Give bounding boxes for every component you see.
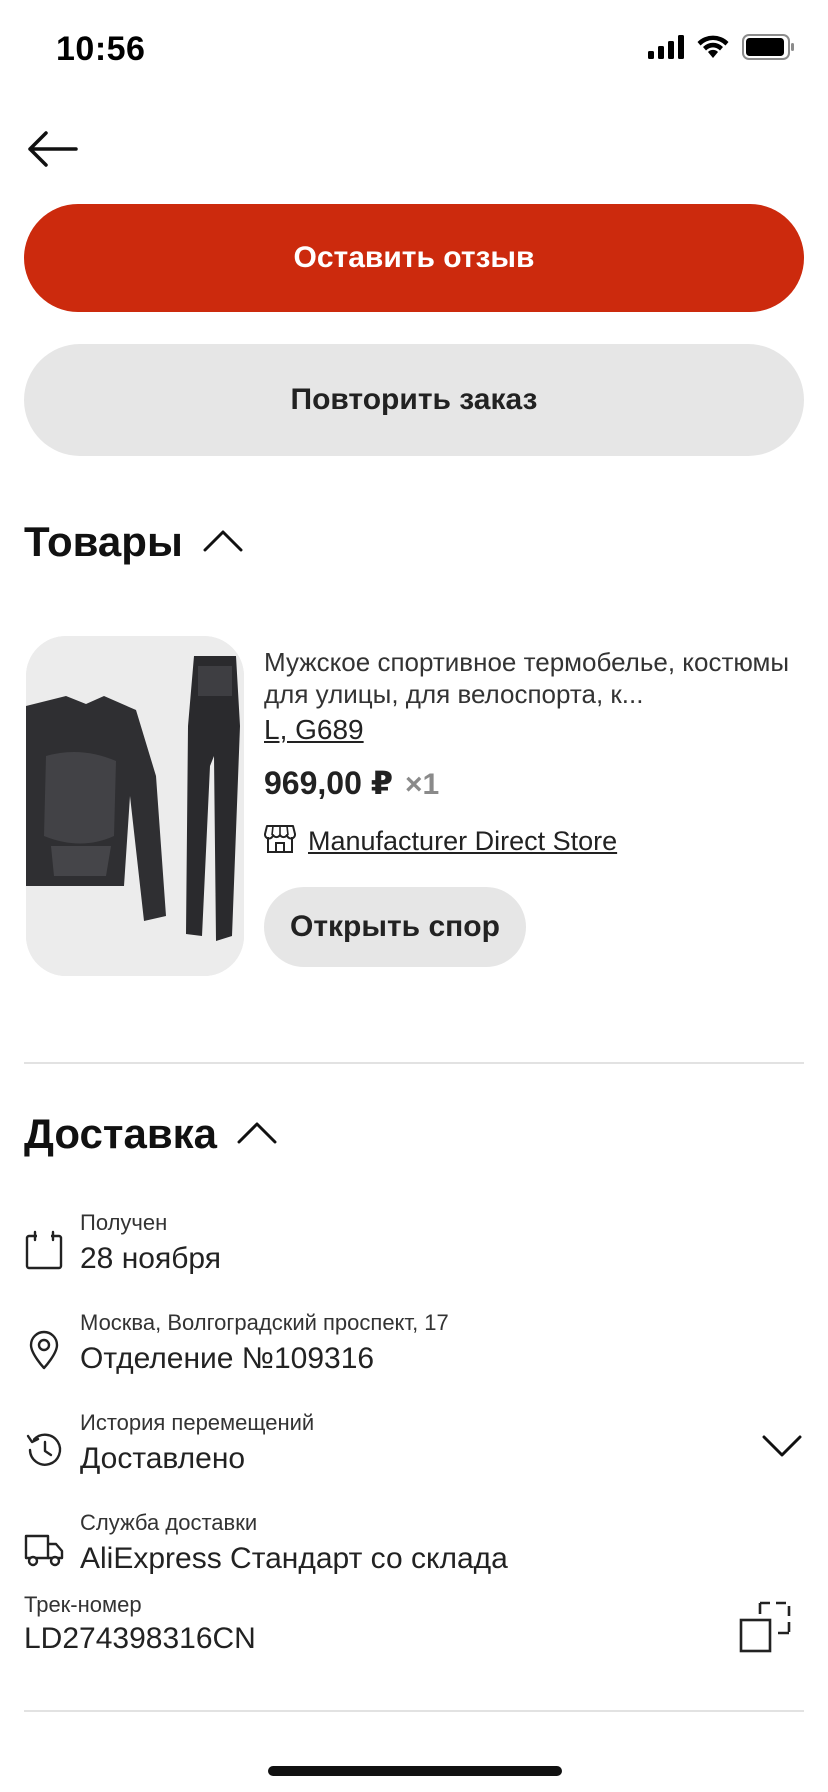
delivery-service-value: AliExpress Стандарт со склада <box>80 1542 508 1575</box>
track-number-label: Трек-номер <box>24 1592 142 1617</box>
delivery-service-label: Служба доставки <box>80 1510 258 1535</box>
arrow-left-icon <box>26 129 78 174</box>
delivery-section-header[interactable]: Доставка <box>24 1110 277 1158</box>
product-info: Мужское спортивное термобелье, костюмы д… <box>264 646 814 967</box>
status-icons <box>648 34 796 65</box>
product-quantity: ×1 <box>405 768 440 801</box>
truck-icon <box>24 1528 64 1572</box>
status-bar: 10:56 <box>0 0 828 100</box>
chevron-up-icon[interactable] <box>203 528 243 557</box>
divider <box>24 1710 804 1712</box>
product-title[interactable]: Мужское спортивное термобелье, костюмы д… <box>264 646 814 710</box>
store-icon <box>264 824 296 859</box>
track-number-block: Трек-номер LD274398316CN <box>24 1592 804 1672</box>
products-section-header[interactable]: Товары <box>24 518 243 566</box>
delivery-address-value: Отделение №109316 <box>80 1342 375 1375</box>
product-image[interactable] <box>26 636 244 976</box>
repeat-order-button[interactable]: Повторить заказ <box>24 344 804 456</box>
cellular-signal-icon <box>648 35 684 64</box>
copy-icon <box>738 1601 792 1658</box>
products-section-title: Товары <box>24 518 183 565</box>
delivery-service-row: Служба доставки AliExpress Стандарт со с… <box>24 1510 804 1590</box>
location-pin-icon <box>24 1328 64 1372</box>
store-link[interactable]: Manufacturer Direct Store <box>264 824 814 859</box>
delivery-history-row[interactable]: История перемещений Доставлено <box>24 1410 804 1490</box>
delivery-section-title: Доставка <box>24 1110 218 1157</box>
chevron-down-icon[interactable] <box>762 1434 802 1463</box>
product-variant[interactable]: L, G689 <box>264 714 364 746</box>
track-number-value[interactable]: LD274398316CN <box>24 1622 256 1656</box>
delivery-history-value: Доставлено <box>80 1442 246 1475</box>
delivery-address-row: Москва, Волгоградский проспект, 17 Отдел… <box>24 1310 804 1390</box>
product-price-row: 969,00 ₽ ×1 <box>264 764 814 802</box>
home-indicator <box>268 1766 562 1776</box>
battery-icon <box>742 34 796 65</box>
copy-track-button[interactable] <box>738 1600 792 1654</box>
wifi-icon <box>696 35 730 64</box>
open-dispute-button[interactable]: Открыть спор <box>264 887 526 967</box>
product-card[interactable]: Мужское спортивное термобелье, костюмы д… <box>24 636 804 980</box>
delivery-history-label: История перемещений <box>80 1410 315 1435</box>
history-icon <box>24 1428 64 1472</box>
delivery-received-row: Получен 28 ноября <box>24 1210 804 1290</box>
status-time: 10:56 <box>56 30 146 68</box>
divider <box>24 1062 804 1064</box>
product-price: 969,00 ₽ <box>264 765 394 801</box>
calendar-icon <box>24 1228 64 1272</box>
chevron-up-icon[interactable] <box>237 1120 277 1149</box>
delivery-received-value: 28 ноября <box>80 1242 221 1275</box>
back-button[interactable] <box>22 126 82 176</box>
delivery-received-label: Получен <box>80 1210 168 1235</box>
store-name[interactable]: Manufacturer Direct Store <box>308 826 617 857</box>
leave-review-button[interactable]: Оставить отзыв <box>24 204 804 312</box>
delivery-address-label: Москва, Волгоградский проспект, 17 <box>80 1310 449 1335</box>
